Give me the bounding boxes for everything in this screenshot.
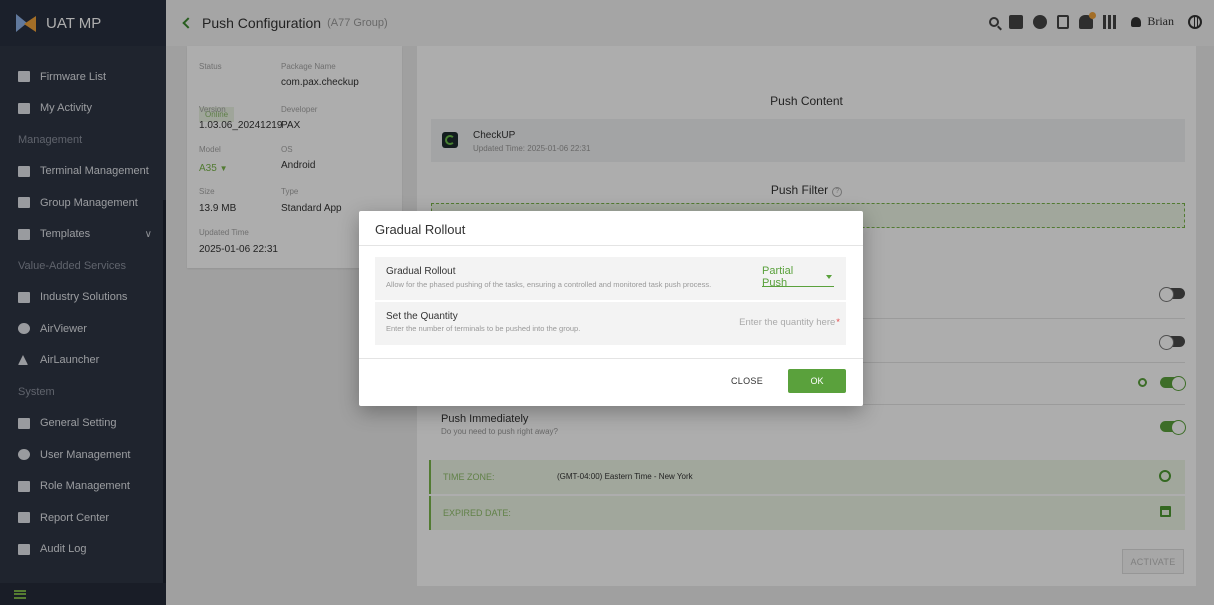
rollout-mode-select[interactable]: Partial Push <box>762 265 834 289</box>
caret-down-icon <box>826 274 832 279</box>
quantity-description: Enter the number of terminals to be push… <box>386 324 581 333</box>
ok-button[interactable]: OK <box>788 369 846 393</box>
quantity-input[interactable]: Enter the quantity here* <box>739 317 840 328</box>
rollout-description: Allow for the phased pushing of the task… <box>386 280 712 289</box>
close-button[interactable]: CLOSE <box>731 376 763 386</box>
rollout-title: Gradual Rollout <box>386 266 456 277</box>
quantity-title: Set the Quantity <box>386 311 458 322</box>
required-asterisk: * <box>836 317 840 328</box>
gradual-rollout-dialog: Gradual Rollout Gradual Rollout Allow fo… <box>359 211 863 406</box>
dialog-title: Gradual Rollout <box>375 222 466 237</box>
set-quantity-row: Set the Quantity Enter the number of ter… <box>375 302 846 345</box>
gradual-rollout-row: Gradual Rollout Allow for the phased pus… <box>375 257 846 300</box>
